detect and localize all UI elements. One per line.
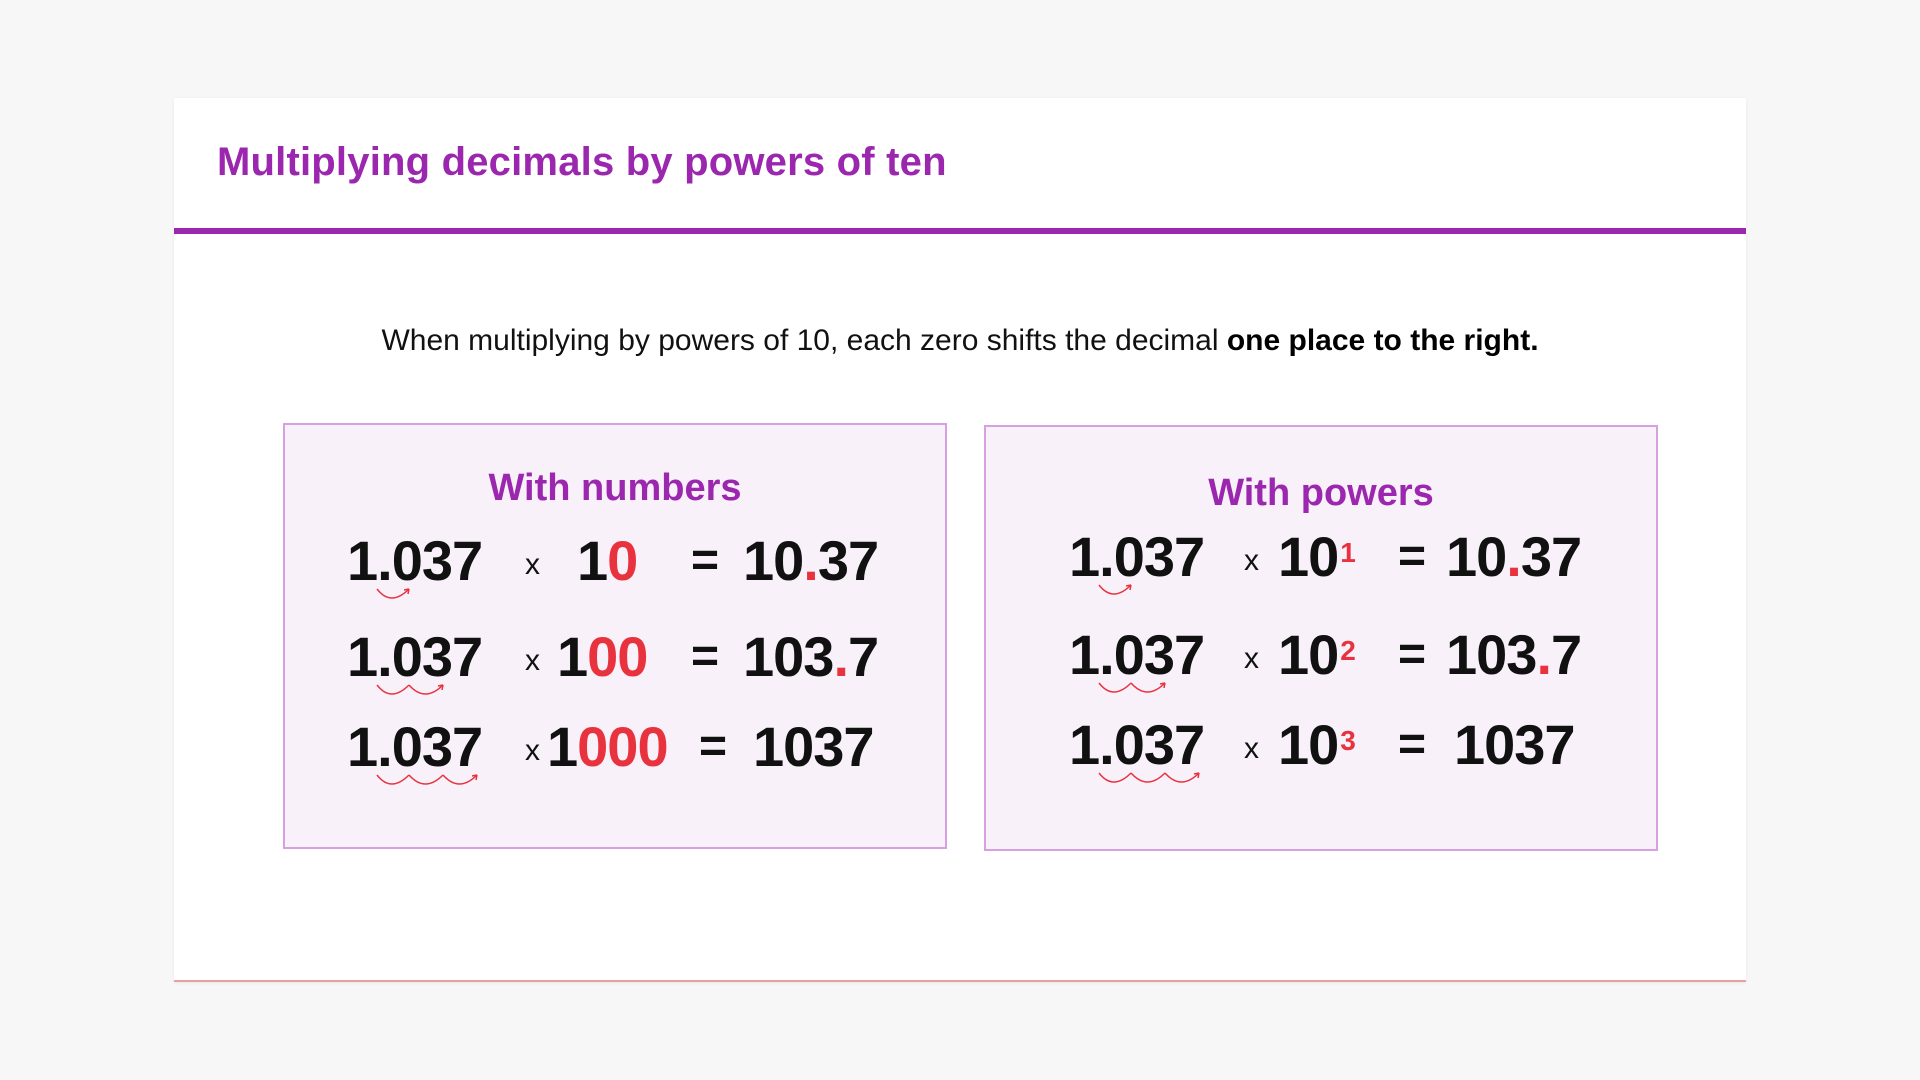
multiplier-zeros: 000 bbox=[577, 715, 668, 778]
result-integer: 10 bbox=[743, 529, 804, 592]
result-integer: 1037 bbox=[1454, 713, 1576, 776]
intro-sentence: When multiplying by powers of 10, each z… bbox=[174, 324, 1746, 358]
decimal-shift-arrows bbox=[1098, 772, 1200, 783]
result-integer: 103 bbox=[743, 625, 834, 688]
with-numbers-panel: With numbers 1. 0 37 x 10 = 10.37 1.037 x … bbox=[283, 423, 947, 849]
multiply-sign: x bbox=[525, 644, 540, 677]
multiplier-zeros: 0 bbox=[607, 529, 638, 592]
result-decimal-point: . bbox=[1536, 623, 1552, 686]
decimal-shift-arrows bbox=[1098, 682, 1166, 693]
power-base: 10 bbox=[1278, 623, 1339, 686]
equals-sign: = bbox=[691, 534, 720, 587]
result-fraction: 7 bbox=[848, 625, 879, 688]
equals-sign: = bbox=[691, 630, 720, 683]
exponent: 2 bbox=[1340, 635, 1356, 666]
intro-emphasis: one place to the right. bbox=[1226, 324, 1539, 357]
slide: Multiplying decimals by powers of ten Wh… bbox=[174, 98, 1746, 982]
with-powers-heading: With powers bbox=[1208, 472, 1434, 514]
decimal-shift-arrows bbox=[376, 774, 478, 785]
slide-title: Multiplying decimals by powers of ten bbox=[217, 140, 947, 184]
result-integer: 1037 bbox=[753, 715, 875, 778]
multiply-sign: x bbox=[1244, 544, 1259, 577]
result: 10.37 bbox=[1446, 517, 1582, 597]
result: 10.37 bbox=[743, 521, 879, 601]
intro-text: When multiplying by powers of 10, each z… bbox=[381, 324, 1227, 357]
multiplier: 10 bbox=[577, 521, 638, 601]
equals-sign: = bbox=[1398, 628, 1427, 681]
multiplier-lead-digit: 1 bbox=[577, 529, 608, 592]
result-decimal-point: . bbox=[803, 529, 819, 592]
numbers-row-1: 1. 0 37 x 10 = 10.37 bbox=[285, 521, 945, 601]
result: 1037 bbox=[753, 707, 875, 787]
result-fraction: 37 bbox=[1520, 525, 1582, 588]
multiplier-lead-digit: 1 bbox=[557, 625, 588, 688]
title-divider bbox=[174, 228, 1746, 234]
exponent: 3 bbox=[1340, 725, 1356, 756]
multiplier-lead-digit: 1 bbox=[547, 715, 578, 778]
powers-row-2: 1.037 x 102 = 103.7 bbox=[986, 615, 1656, 695]
decimal-shift-arrows bbox=[376, 684, 444, 695]
result-fraction: 7 bbox=[1551, 623, 1582, 686]
with-powers-panel: With powers 1.037 x 101 = 10.37 1.037 x … bbox=[984, 425, 1658, 851]
decimal-shift-arrows bbox=[376, 588, 410, 599]
powers-row-3: 1.037 x 103 = 1037 bbox=[986, 705, 1656, 785]
equals-sign: = bbox=[1398, 530, 1427, 583]
result-decimal-point: . bbox=[833, 625, 849, 688]
multiplier: 1000 bbox=[547, 707, 669, 787]
with-numbers-heading: With numbers bbox=[488, 467, 742, 509]
power-of-ten: 101 bbox=[1278, 517, 1356, 597]
result-fraction: 37 bbox=[817, 529, 879, 592]
result-integer: 103 bbox=[1446, 623, 1537, 686]
power-of-ten: 102 bbox=[1278, 615, 1356, 695]
multiply-sign: x bbox=[1244, 642, 1259, 675]
exponent: 1 bbox=[1340, 537, 1356, 568]
power-base: 10 bbox=[1278, 525, 1339, 588]
multiply-sign: x bbox=[1244, 732, 1259, 765]
multiply-sign: x bbox=[525, 548, 540, 581]
equals-sign: = bbox=[699, 720, 728, 773]
numbers-row-2: 1.037 x 100 = 103.7 bbox=[285, 617, 945, 697]
result-integer: 10 bbox=[1446, 525, 1507, 588]
multiply-sign: x bbox=[525, 734, 540, 767]
result-decimal-point: . bbox=[1506, 525, 1522, 588]
multiplier-zeros: 00 bbox=[587, 625, 648, 688]
result: 103.7 bbox=[743, 617, 879, 697]
result: 103.7 bbox=[1446, 615, 1582, 695]
powers-row-1: 1.037 x 101 = 10.37 bbox=[986, 517, 1656, 597]
numbers-row-3: 1.037 x 1000 = 1037 bbox=[285, 707, 945, 787]
multiplier: 100 bbox=[557, 617, 648, 697]
equals-sign: = bbox=[1398, 718, 1427, 771]
decimal-shift-arrows bbox=[1098, 584, 1132, 595]
power-base: 10 bbox=[1278, 713, 1339, 776]
result: 1037 bbox=[1454, 705, 1576, 785]
power-of-ten: 103 bbox=[1278, 705, 1356, 785]
